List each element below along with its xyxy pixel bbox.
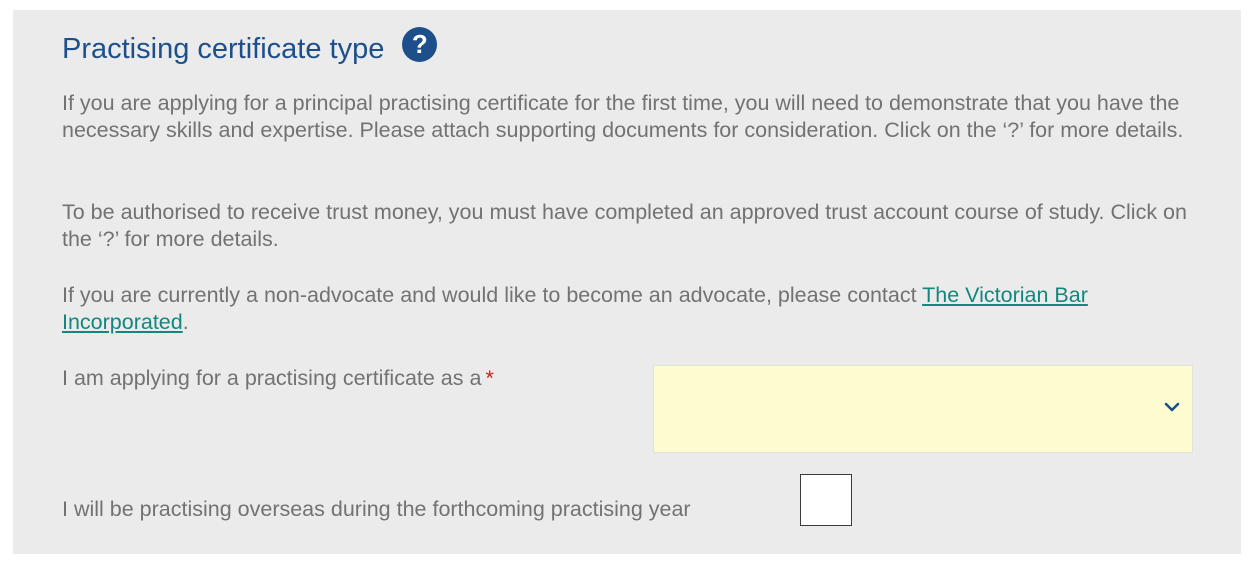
certificate-type-label: I am applying for a practising certifica… [62, 365, 494, 392]
required-marker: * [485, 366, 494, 390]
certificate-type-select[interactable] [653, 365, 1193, 453]
principal-certificate-info-text: If you are applying for a principal prac… [62, 91, 1184, 142]
chevron-down-icon [1164, 402, 1180, 412]
section-header: Practising certificate type ? [62, 26, 438, 66]
certificate-type-panel: Practising certificate type ? If you are… [13, 10, 1241, 554]
advocate-info-text: If you are currently a non-advocate and … [62, 282, 1202, 336]
overseas-practice-checkbox[interactable] [800, 474, 852, 526]
section-title: Practising certificate type [62, 33, 385, 65]
advocate-info-suffix: . [182, 310, 189, 334]
trust-money-info-text: To be authorised to receive trust money,… [62, 200, 1187, 251]
certificate-type-label-text: I am applying for a practising certifica… [62, 366, 482, 390]
overseas-practice-label: I will be practising overseas during the… [62, 497, 691, 521]
advocate-info-prefix: If you are currently a non-advocate and … [62, 283, 923, 307]
help-question-icon[interactable]: ? [402, 26, 438, 62]
